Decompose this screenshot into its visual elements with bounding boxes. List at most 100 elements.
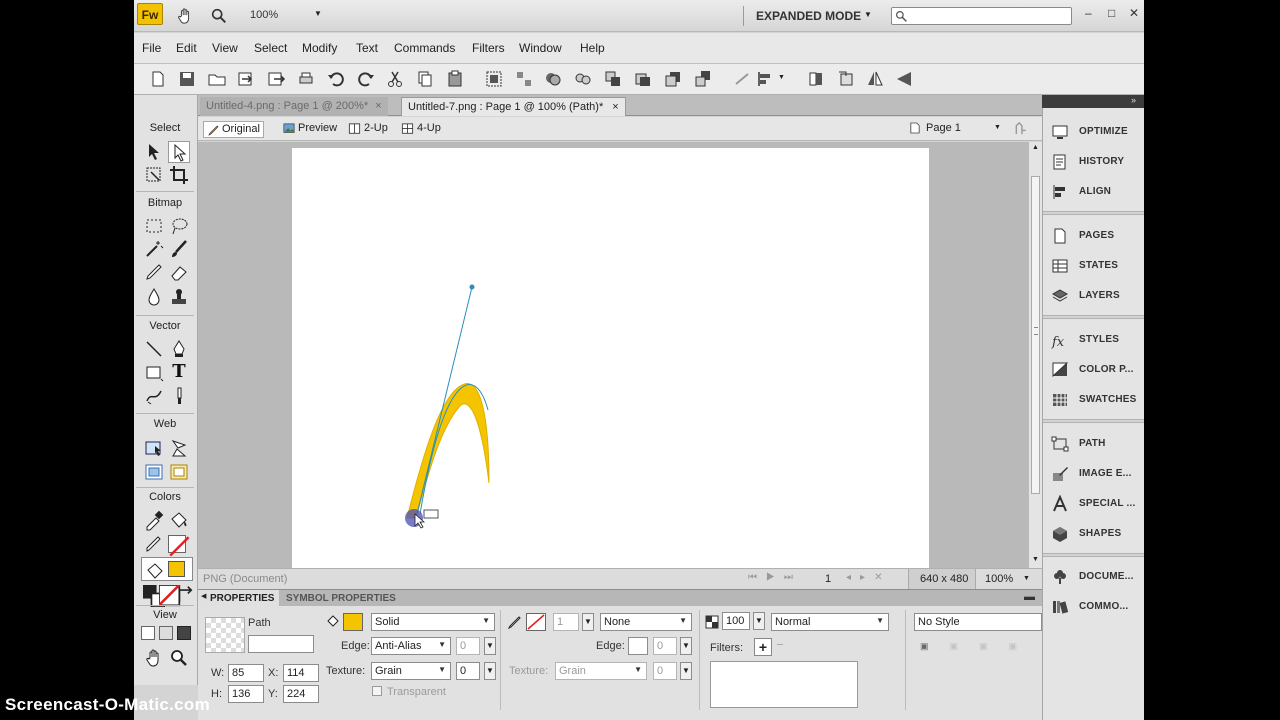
panel-shapes[interactable]: SHAPES [1043,519,1144,547]
send-backward-icon[interactable] [663,69,683,89]
panel-align[interactable]: ALIGN [1043,177,1144,205]
panel-pages[interactable]: PAGES [1043,221,1144,249]
eyedropper-tool-icon[interactable] [143,509,165,531]
hide-slices-icon[interactable] [143,461,165,483]
print-icon[interactable] [296,69,316,89]
tab-preview[interactable]: Preview [280,121,340,138]
panel-special-characters[interactable]: SPECIAL ... [1043,489,1144,517]
collapse-arrow-icon[interactable]: ◀ [201,592,206,600]
edge-amount-field[interactable]: 0 [456,637,480,655]
stroke-texture-arrow-icon[interactable]: ▼ [680,662,692,680]
flip-horizontal-icon[interactable] [865,69,885,89]
style-actions[interactable]: ▣▣▣▣ [920,641,1038,652]
fill-color-picker[interactable] [343,613,363,631]
stroke-type-dropdown[interactable]: None ▼ [600,613,692,631]
add-filter-button[interactable]: + [754,638,772,656]
panel-history[interactable]: HISTORY [1043,147,1144,175]
texture-dropdown[interactable]: Grain ▼ [371,662,451,680]
crop-tool-icon[interactable] [168,164,190,186]
marquee-tool-icon[interactable] [143,215,165,237]
undo-icon[interactable] [326,69,346,89]
no-stroke-fill-icon[interactable] [158,584,181,607]
blend-mode-dropdown[interactable]: Normal ▼ [771,613,889,631]
brush-tool-icon[interactable] [168,238,190,260]
next-frame-icon[interactable]: ▸ [860,572,874,583]
ungroup-icon[interactable] [514,69,534,89]
hand-view-tool-icon[interactable] [143,647,165,669]
magic-wand-tool-icon[interactable] [143,238,165,260]
x-field[interactable]: 114 [283,664,319,682]
tab-untitled-7[interactable]: Untitled-7.png : Page 1 @ 100% (Path)* × [401,97,626,116]
paste-icon[interactable] [445,69,465,89]
tab-4-up[interactable]: 4-Up [399,121,444,138]
eraser-tool-icon[interactable] [168,261,190,283]
menu-window[interactable]: Window [519,41,562,55]
zoom-dropdown-arrow-icon[interactable]: ▼ [1023,575,1030,582]
stroke-texture-amount-field[interactable]: 0 [653,662,677,680]
pen-tool-icon[interactable] [168,338,190,360]
swap-colors-icon[interactable] [176,585,193,602]
hotspot-tool-icon[interactable] [143,437,165,459]
close-button[interactable]: ✕ [1129,6,1139,20]
menu-edit[interactable]: Edit [176,41,197,55]
workspace-mode[interactable]: EXPANDED MODE [756,9,861,23]
stroke-size-field[interactable]: 1 [553,613,579,631]
paint-bucket-tool-icon[interactable] [168,509,190,531]
bring-to-front-icon[interactable] [603,69,623,89]
menu-view[interactable]: View [212,41,238,55]
zoom-tool-icon[interactable] [208,5,230,27]
tab-close-icon[interactable]: × [375,100,381,112]
filters-list[interactable] [710,661,858,708]
y-field[interactable]: 224 [283,685,319,703]
panel-styles[interactable]: fx STYLES [1043,325,1144,353]
edge-amount-arrow-icon[interactable]: ▼ [484,637,496,655]
freeform-tool-icon[interactable] [143,385,165,407]
align-dropdown-icon[interactable] [756,69,776,89]
stroke-size-arrow-icon[interactable]: ▼ [582,613,594,631]
stroke-edge-swatch[interactable] [628,637,648,655]
copy-icon[interactable] [415,69,435,89]
rotate-right-icon[interactable] [836,69,856,89]
style-options-icon[interactable]: ▣ [1009,641,1039,651]
menu-modify[interactable]: Modify [302,41,337,55]
panel-path[interactable]: PATH [1043,429,1144,457]
panel-options-icon[interactable]: ▬ [1024,591,1035,603]
frame-step-controls[interactable]: ◂▸✕ [846,572,891,583]
stroke-edge-arrow-icon[interactable]: ▼ [680,637,692,655]
vertical-scrollbar[interactable]: ▲ ▼ [1028,142,1042,568]
opacity-arrow-icon[interactable]: ▼ [753,612,765,630]
default-colors-icon[interactable] [143,585,166,608]
tab-untitled-4[interactable]: Untitled-4.png : Page 1 @ 200%* × [200,97,388,116]
page-options-icon[interactable] [1013,121,1029,136]
stroke-edge-amount-field[interactable]: 0 [653,637,677,655]
page-dropdown-arrow-icon[interactable]: ▼ [994,124,1001,131]
stroke-color-picker[interactable] [526,613,546,631]
slice-tool-icon[interactable] [168,437,190,459]
align-dropdown-arrow-icon[interactable]: ▼ [778,74,785,81]
full-screen-mode-icon[interactable] [177,626,191,640]
panel-color-palette[interactable]: COLOR P... [1043,355,1144,383]
zoom-view-tool-icon[interactable] [168,647,190,669]
panel-states[interactable]: STATES [1043,251,1144,279]
distribute-icon[interactable] [732,69,752,89]
texture-amount-field[interactable]: 0 [456,662,480,680]
bring-forward-icon[interactable] [633,69,653,89]
close-frames-icon[interactable]: ✕ [874,572,891,583]
object-name-field[interactable] [248,635,314,653]
fill-type-dropdown[interactable]: Solid ▼ [371,613,495,631]
fill-color-swatch[interactable] [168,561,185,577]
join-icon[interactable] [543,69,563,89]
scroll-up-arrow-icon[interactable]: ▲ [1032,144,1039,151]
panel-swatches[interactable]: SWATCHES [1043,385,1144,413]
rotate-left-icon[interactable] [806,69,826,89]
pencil-tool-icon[interactable] [143,261,165,283]
play-icon[interactable]: ▶ [766,572,784,583]
canvas-size[interactable]: 640 x 480 [920,573,968,585]
prev-frame-icon[interactable]: ◂ [846,572,860,583]
menu-commands[interactable]: Commands [394,41,455,55]
frame-controls[interactable]: ⏮▶⏭ [748,572,802,583]
width-field[interactable]: 85 [228,664,264,682]
remove-filter-icon[interactable] [777,644,783,645]
export-icon[interactable] [266,69,286,89]
split-icon[interactable] [573,69,593,89]
